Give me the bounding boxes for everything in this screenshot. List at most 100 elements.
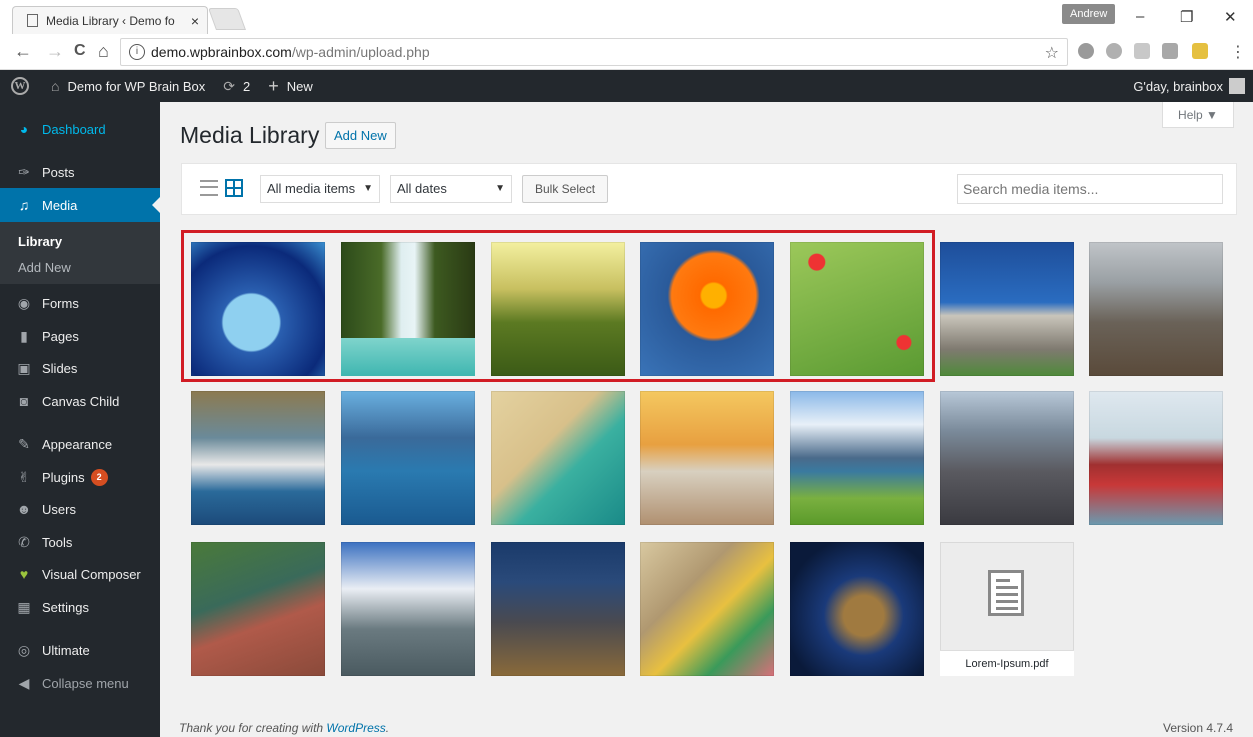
media-item-freight-train[interactable]	[1089, 242, 1223, 376]
menu-pages[interactable]: ▮ Pages	[0, 319, 160, 353]
menu-label: Slides	[42, 360, 78, 376]
grid-view-icon[interactable]	[225, 179, 243, 197]
reload-icon[interactable]: C	[74, 42, 86, 60]
menu-forms[interactable]: ◉ Forms	[0, 286, 160, 320]
site-name-link[interactable]: ⌂ Demo for WP Brain Box	[51, 78, 205, 94]
list-view-icon[interactable]	[200, 180, 218, 196]
menu-label: Users	[42, 501, 76, 517]
new-tab-button[interactable]	[207, 8, 247, 30]
media-item-city-traffic[interactable]	[940, 391, 1074, 525]
printer-extension-icon[interactable]	[1134, 43, 1150, 59]
home-icon: ⌂	[51, 78, 60, 94]
menu-label: Appearance	[42, 436, 113, 452]
profile-button[interactable]: Andrew	[1062, 4, 1116, 24]
info-icon[interactable]: i	[129, 44, 145, 60]
browser-tab[interactable]: Media Library ‹ Demo fo ×	[12, 6, 208, 34]
tab-close-icon[interactable]: ×	[191, 13, 199, 29]
media-item-elderly-couple[interactable]	[640, 391, 774, 525]
media-item-earth-night[interactable]	[790, 542, 924, 676]
address-bar[interactable]: i demo.wpbrainbox.com /wp-admin/upload.p…	[120, 38, 1068, 66]
appearance-icon: ✎	[18, 435, 30, 452]
help-tab-button[interactable]: Help ▼	[1162, 102, 1234, 128]
updates-count: 2	[242, 78, 251, 94]
media-type-filter[interactable]: All media items ▼	[260, 175, 380, 203]
plus-icon: +	[268, 75, 279, 96]
media-toolbar: All media items ▼ All dates ▼ Bulk Selec…	[181, 163, 1237, 215]
media-item-harbour-bridge[interactable]	[341, 542, 475, 676]
collapse-icon: ◀	[18, 674, 30, 691]
plugins-update-badge: 2	[90, 468, 108, 486]
media-item-modern-house[interactable]	[940, 242, 1074, 376]
site-name: Demo for WP Brain Box	[67, 78, 206, 94]
sync-extension-icon[interactable]	[1106, 43, 1122, 59]
media-item-city-night[interactable]	[491, 542, 625, 676]
file-name: Lorem-Ipsum.pdf	[940, 650, 1074, 676]
skype-extension-icon[interactable]	[1162, 43, 1178, 59]
footer-thanks-prefix: Thank you for creating with	[179, 721, 327, 735]
menu-settings[interactable]: ▦ Settings	[0, 590, 160, 624]
browser-toolbar: ← → C ⌂ i demo.wpbrainbox.com /wp-admin/…	[0, 34, 1253, 70]
bookmark-star-icon[interactable]: ☆	[1045, 43, 1059, 63]
new-content-link[interactable]: + New	[268, 76, 313, 97]
menu-users[interactable]: ☻ Users	[0, 492, 160, 526]
menu-dashboard[interactable]: ◕ Dashboard	[0, 112, 160, 146]
users-icon: ☻	[16, 501, 32, 517]
plugins-icon: ✌	[18, 468, 30, 485]
media-item-tennis-courts[interactable]	[191, 542, 325, 676]
menu-label: Media	[42, 197, 78, 213]
wordpress-logo-icon[interactable]: W	[11, 77, 29, 95]
page-icon	[27, 14, 38, 27]
menu-ultimate[interactable]: ◎ Ultimate	[0, 633, 160, 667]
dashboard-icon: ◕	[19, 121, 29, 137]
media-item-pdf[interactable]: Lorem-Ipsum.pdf	[940, 542, 1074, 676]
collapse-menu-button[interactable]: ◀ Collapse menu	[0, 666, 160, 700]
bulk-select-button[interactable]: Bulk Select	[522, 175, 609, 203]
ultimate-icon: ◎	[17, 641, 31, 658]
date-filter[interactable]: All dates ▼	[390, 175, 512, 203]
media-type-value: All media items	[267, 181, 356, 196]
window-close-icon[interactable]: ✕	[1224, 8, 1237, 26]
submenu-add-new[interactable]: Add New	[18, 260, 71, 275]
browser-menu-icon[interactable]: ⋮	[1230, 42, 1246, 62]
camera-extension-icon[interactable]	[1078, 43, 1094, 59]
restore-icon[interactable]: ❐	[1180, 8, 1193, 26]
search-input[interactable]	[957, 174, 1223, 204]
submenu-library[interactable]: Library	[18, 234, 62, 249]
settings-icon: ▦	[17, 598, 31, 615]
minimize-icon[interactable]: –	[1136, 8, 1144, 25]
pin-icon: ✑	[18, 163, 30, 180]
back-icon[interactable]: ←	[14, 42, 32, 60]
menu-tools[interactable]: ✆ Tools	[0, 525, 160, 559]
menu-appearance[interactable]: ✎ Appearance	[0, 427, 160, 461]
menu-posts[interactable]: ✑ Posts	[0, 155, 160, 189]
home-icon[interactable]: ⌂	[98, 42, 109, 60]
media-item-coastal-village[interactable]	[341, 391, 475, 525]
browser-tabstrip: Media Library ‹ Demo fo × Andrew – ❐ ✕	[0, 0, 1253, 34]
media-submenu: Library Add New	[0, 222, 160, 284]
canvas-icon: ◙	[19, 393, 29, 409]
menu-slides[interactable]: ▣ Slides	[0, 351, 160, 385]
avatar[interactable]	[1229, 78, 1245, 94]
footer-thanks-suffix: .	[385, 721, 390, 735]
selection-highlight-box	[181, 230, 935, 382]
tab-title: Media Library ‹ Demo fo	[46, 13, 175, 28]
media-item-beach-aerial[interactable]	[491, 391, 625, 525]
admin-sidebar: ◕ Dashboard ✑ Posts ♫ Media Library Add …	[0, 102, 160, 737]
document-icon	[988, 570, 1024, 616]
forms-icon: ◉	[17, 294, 31, 311]
wordpress-link[interactable]: WordPress	[326, 721, 385, 735]
media-item-mountain-lake[interactable]	[790, 391, 924, 525]
menu-canvas-child[interactable]: ◙ Canvas Child	[0, 384, 160, 418]
menu-label: Settings	[42, 599, 89, 615]
user-greeting[interactable]: G'day, brainbox	[1133, 79, 1223, 94]
media-item-money-coins[interactable]	[640, 542, 774, 676]
media-item-cruise-ship[interactable]	[191, 391, 325, 525]
media-item-cargo-ship[interactable]	[1089, 391, 1223, 525]
menu-plugins[interactable]: ✌ Plugins 2	[0, 460, 160, 494]
menu-media[interactable]: ♫ Media	[0, 188, 160, 222]
menu-visual-composer[interactable]: ♥ Visual Composer	[0, 557, 160, 591]
honey-extension-icon[interactable]	[1192, 43, 1208, 59]
add-new-button[interactable]: Add New	[325, 122, 396, 149]
updates-link[interactable]: ⟳ 2	[223, 78, 250, 95]
forward-icon[interactable]: →	[46, 42, 64, 60]
